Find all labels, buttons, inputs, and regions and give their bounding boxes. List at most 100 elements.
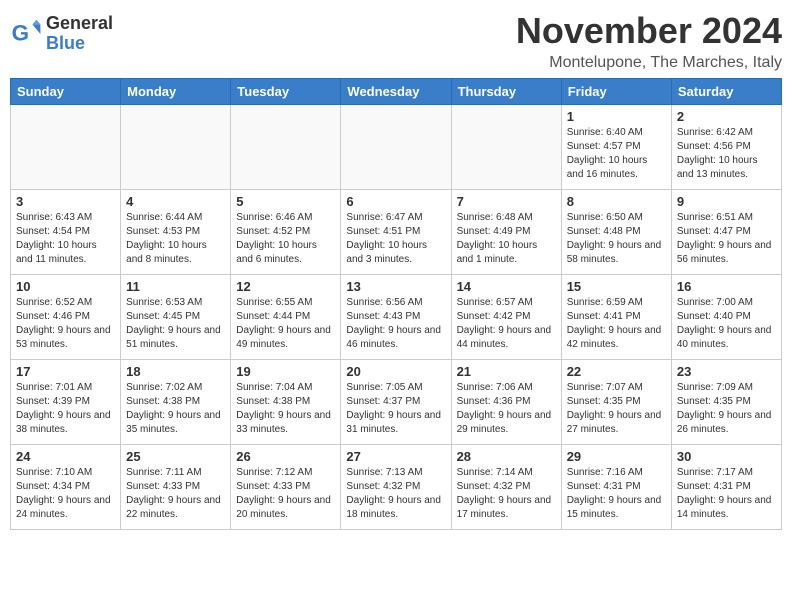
calendar-cell: 1 Sunrise: 6:40 AM Sunset: 4:57 PM Daylig… xyxy=(561,105,671,190)
calendar-cell: 26 Sunrise: 7:12 AM Sunset: 4:33 PM Dayli… xyxy=(231,445,341,530)
calendar-cell: 23Sunrise: 7:09 AM Sunset: 4:35 PM Dayli… xyxy=(671,360,781,445)
day-number: 12 xyxy=(236,279,335,294)
calendar-cell xyxy=(451,105,561,190)
calendar-cell: 7 Sunrise: 6:48 AM Sunset: 4:49 PM Daylig… xyxy=(451,190,561,275)
svg-text:G: G xyxy=(12,20,29,45)
day-info: Sunrise: 6:59 AM Sunset: 4:41 PM Dayligh… xyxy=(567,296,666,352)
day-info: Sunrise: 7:12 AM Sunset: 4:33 PM Dayligh… xyxy=(236,466,335,522)
calendar-week-row: 24 Sunrise: 7:10 AM Sunset: 4:34 PM Dayli… xyxy=(11,445,782,530)
calendar-week-row: 17 Sunrise: 7:01 AM Sunset: 4:39 PM Dayli… xyxy=(11,360,782,445)
calendar-cell: 11Sunrise: 6:53 AM Sunset: 4:45 PM Dayli… xyxy=(121,275,231,360)
calendar-cell xyxy=(341,105,451,190)
calendar-cell: 14 Sunrise: 6:57 AM Sunset: 4:42 PM Dayli… xyxy=(451,275,561,360)
day-info: Sunrise: 6:51 AM Sunset: 4:47 PM Dayligh… xyxy=(677,211,776,267)
day-number: 20 xyxy=(346,364,445,379)
day-number: 6 xyxy=(346,194,445,209)
logo: G General Blue xyxy=(10,14,113,54)
day-info: Sunrise: 7:13 AM Sunset: 4:32 PM Dayligh… xyxy=(346,466,445,522)
day-number: 24 xyxy=(16,449,115,464)
calendar-cell: 13 Sunrise: 6:56 AM Sunset: 4:43 PM Dayli… xyxy=(341,275,451,360)
day-info: Sunrise: 6:48 AM Sunset: 4:49 PM Dayligh… xyxy=(457,211,556,267)
calendar-header-monday: Monday xyxy=(121,79,231,105)
day-info: Sunrise: 6:42 AM Sunset: 4:56 PM Dayligh… xyxy=(677,126,776,182)
day-number: 13 xyxy=(346,279,445,294)
calendar-cell: 12 Sunrise: 6:55 AM Sunset: 4:44 PM Dayli… xyxy=(231,275,341,360)
calendar-cell: 22 Sunrise: 7:07 AM Sunset: 4:35 PM Dayli… xyxy=(561,360,671,445)
calendar-week-row: 1 Sunrise: 6:40 AM Sunset: 4:57 PM Daylig… xyxy=(11,105,782,190)
calendar-cell: 8Sunrise: 6:50 AM Sunset: 4:48 PM Daylig… xyxy=(561,190,671,275)
day-number: 10 xyxy=(16,279,115,294)
calendar-cell: 3Sunrise: 6:43 AM Sunset: 4:54 PM Daylig… xyxy=(11,190,121,275)
calendar-header-thursday: Thursday xyxy=(451,79,561,105)
day-number: 25 xyxy=(126,449,225,464)
day-number: 14 xyxy=(457,279,556,294)
calendar-cell xyxy=(121,105,231,190)
day-info: Sunrise: 6:53 AM Sunset: 4:45 PM Dayligh… xyxy=(126,296,225,352)
day-number: 22 xyxy=(567,364,666,379)
day-number: 26 xyxy=(236,449,335,464)
calendar-cell: 2 Sunrise: 6:42 AM Sunset: 4:56 PM Daylig… xyxy=(671,105,781,190)
day-number: 30 xyxy=(677,449,776,464)
calendar-header-wednesday: Wednesday xyxy=(341,79,451,105)
day-info: Sunrise: 7:11 AM Sunset: 4:33 PM Dayligh… xyxy=(126,466,225,522)
calendar-cell: 24 Sunrise: 7:10 AM Sunset: 4:34 PM Dayli… xyxy=(11,445,121,530)
day-info: Sunrise: 7:10 AM Sunset: 4:34 PM Dayligh… xyxy=(16,466,115,522)
day-info: Sunrise: 7:05 AM Sunset: 4:37 PM Dayligh… xyxy=(346,381,445,437)
location-subtitle: Montelupone, The Marches, Italy xyxy=(516,54,782,72)
day-number: 15 xyxy=(567,279,666,294)
calendar-cell: 30 Sunrise: 7:17 AM Sunset: 4:31 PM Dayli… xyxy=(671,445,781,530)
calendar-cell: 15 Sunrise: 6:59 AM Sunset: 4:41 PM Dayli… xyxy=(561,275,671,360)
day-info: Sunrise: 6:55 AM Sunset: 4:44 PM Dayligh… xyxy=(236,296,335,352)
calendar-header-friday: Friday xyxy=(561,79,671,105)
day-info: Sunrise: 7:16 AM Sunset: 4:31 PM Dayligh… xyxy=(567,466,666,522)
calendar-cell: 20 Sunrise: 7:05 AM Sunset: 4:37 PM Dayli… xyxy=(341,360,451,445)
calendar-cell: 25 Sunrise: 7:11 AM Sunset: 4:33 PM Dayli… xyxy=(121,445,231,530)
day-info: Sunrise: 7:09 AM Sunset: 4:35 PM Dayligh… xyxy=(677,381,776,437)
day-info: Sunrise: 7:07 AM Sunset: 4:35 PM Dayligh… xyxy=(567,381,666,437)
day-number: 19 xyxy=(236,364,335,379)
day-number: 17 xyxy=(16,364,115,379)
day-number: 29 xyxy=(567,449,666,464)
day-info: Sunrise: 7:02 AM Sunset: 4:38 PM Dayligh… xyxy=(126,381,225,437)
calendar-cell xyxy=(231,105,341,190)
day-info: Sunrise: 6:56 AM Sunset: 4:43 PM Dayligh… xyxy=(346,296,445,352)
calendar-cell: 16 Sunrise: 7:00 AM Sunset: 4:40 PM Dayli… xyxy=(671,275,781,360)
day-number: 4 xyxy=(126,194,225,209)
calendar-cell: 19Sunrise: 7:04 AM Sunset: 4:38 PM Dayli… xyxy=(231,360,341,445)
day-info: Sunrise: 7:06 AM Sunset: 4:36 PM Dayligh… xyxy=(457,381,556,437)
calendar-cell: 28 Sunrise: 7:14 AM Sunset: 4:32 PM Dayli… xyxy=(451,445,561,530)
day-number: 18 xyxy=(126,364,225,379)
day-info: Sunrise: 6:46 AM Sunset: 4:52 PM Dayligh… xyxy=(236,211,335,267)
day-info: Sunrise: 6:47 AM Sunset: 4:51 PM Dayligh… xyxy=(346,211,445,267)
day-number: 1 xyxy=(567,109,666,124)
calendar-cell: 27 Sunrise: 7:13 AM Sunset: 4:32 PM Dayli… xyxy=(341,445,451,530)
day-info: Sunrise: 6:52 AM Sunset: 4:46 PM Dayligh… xyxy=(16,296,115,352)
day-number: 5 xyxy=(236,194,335,209)
day-number: 8 xyxy=(567,194,666,209)
day-info: Sunrise: 7:01 AM Sunset: 4:39 PM Dayligh… xyxy=(16,381,115,437)
calendar-cell: 29 Sunrise: 7:16 AM Sunset: 4:31 PM Dayli… xyxy=(561,445,671,530)
day-number: 27 xyxy=(346,449,445,464)
calendar-cell: 5 Sunrise: 6:46 AM Sunset: 4:52 PM Daylig… xyxy=(231,190,341,275)
calendar-header-saturday: Saturday xyxy=(671,79,781,105)
day-number: 7 xyxy=(457,194,556,209)
day-number: 21 xyxy=(457,364,556,379)
day-number: 16 xyxy=(677,279,776,294)
day-info: Sunrise: 7:14 AM Sunset: 4:32 PM Dayligh… xyxy=(457,466,556,522)
day-info: Sunrise: 6:43 AM Sunset: 4:54 PM Dayligh… xyxy=(16,211,115,267)
calendar-header-row: SundayMondayTuesdayWednesdayThursdayFrid… xyxy=(11,79,782,105)
calendar-cell: 17 Sunrise: 7:01 AM Sunset: 4:39 PM Dayli… xyxy=(11,360,121,445)
calendar-cell: 6 Sunrise: 6:47 AM Sunset: 4:51 PM Daylig… xyxy=(341,190,451,275)
calendar-cell: 18 Sunrise: 7:02 AM Sunset: 4:38 PM Dayli… xyxy=(121,360,231,445)
logo-blue-text: Blue xyxy=(46,34,113,54)
calendar-header-sunday: Sunday xyxy=(11,79,121,105)
day-info: Sunrise: 7:17 AM Sunset: 4:31 PM Dayligh… xyxy=(677,466,776,522)
day-info: Sunrise: 7:00 AM Sunset: 4:40 PM Dayligh… xyxy=(677,296,776,352)
day-number: 2 xyxy=(677,109,776,124)
day-info: Sunrise: 6:40 AM Sunset: 4:57 PM Dayligh… xyxy=(567,126,666,182)
calendar-cell: 9Sunrise: 6:51 AM Sunset: 4:47 PM Daylig… xyxy=(671,190,781,275)
day-info: Sunrise: 6:57 AM Sunset: 4:42 PM Dayligh… xyxy=(457,296,556,352)
title-area: November 2024 Montelupone, The Marches, … xyxy=(516,10,782,72)
header: G General Blue November 2024 Montelupone… xyxy=(10,10,782,72)
day-number: 28 xyxy=(457,449,556,464)
